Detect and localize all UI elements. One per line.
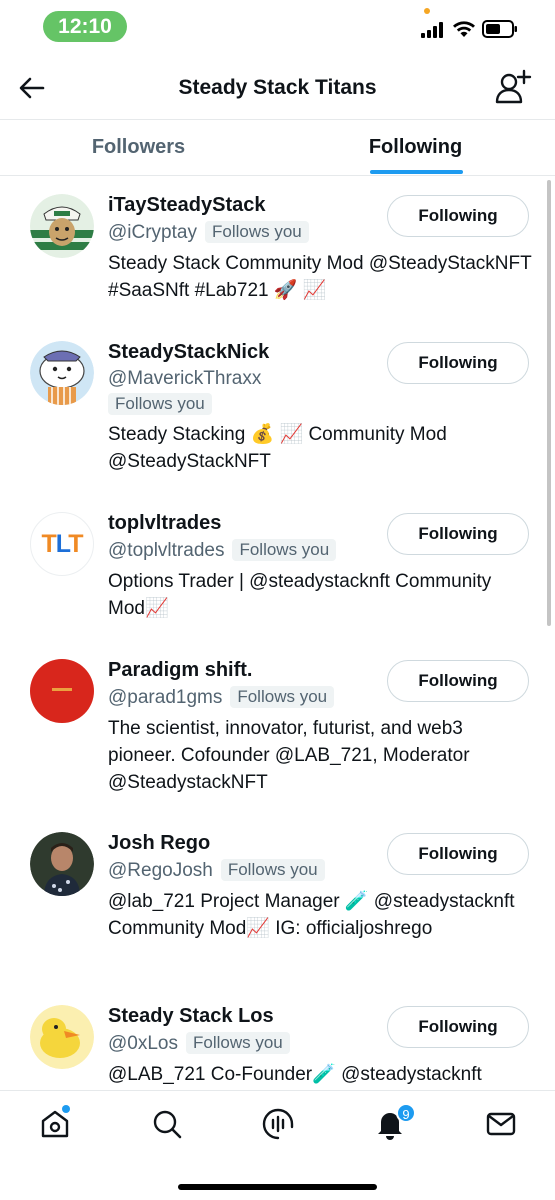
user-name[interactable]: iTaySteadyStack [108, 194, 266, 217]
user-name[interactable]: Steady Stack Los [108, 1005, 274, 1028]
user-handle-line: @0xLos Follows you [108, 1032, 290, 1055]
avatar[interactable] [30, 341, 94, 405]
tab-bar: Followers Following [0, 120, 555, 176]
follows-you-badge: Follows you [186, 1032, 290, 1054]
page-title: Steady Stack Titans [178, 76, 377, 99]
home-unread-dot [62, 1105, 70, 1113]
header: Steady Stack Titans [0, 56, 555, 120]
avatar-mark [52, 688, 72, 691]
user-name[interactable]: toplvltrades [108, 512, 221, 535]
user-bio: The scientist, innovator, futurist, and … [108, 718, 470, 793]
avatar[interactable] [30, 832, 94, 896]
user-bio: @LAB_721 Co-Founder🧪 @steadystacknft Com… [108, 1064, 482, 1085]
user-name[interactable]: SteadyStackNick [108, 341, 269, 364]
wifi-icon [453, 21, 475, 37]
user-handle-line: @iCryptay Follows you [108, 221, 309, 244]
privacy-indicator-dot [424, 8, 430, 14]
following-button[interactable]: Following [387, 342, 529, 384]
follows-you-badge: Follows you [108, 393, 212, 415]
user-bio: Steady Stack Community Mod @SteadyStackN… [108, 253, 532, 301]
user-handle-line: @RegoJosh Follows you [108, 859, 325, 882]
avatar-logo: TLT [41, 529, 84, 558]
user-handle[interactable]: @parad1gms [108, 687, 222, 708]
scrollbar[interactable] [547, 180, 551, 626]
avatar[interactable] [30, 1005, 94, 1069]
following-list: iTaySteadyStack @iCryptay Follows you Ste… [0, 176, 555, 1090]
status-bar: 12:10 [0, 0, 555, 52]
spaces-icon[interactable] [261, 1107, 295, 1141]
cellular-signal-icon [421, 22, 443, 38]
follows-you-row: Follows you [108, 393, 212, 416]
messages-icon[interactable] [484, 1107, 518, 1141]
user-bio: Steady Stacking 💰 📈 Community Mod @Stead… [108, 424, 447, 472]
following-button[interactable]: Following [387, 833, 529, 875]
user-bio: Options Trader | @steadystacknft Communi… [108, 571, 492, 619]
follows-you-badge: Follows you [232, 539, 337, 561]
battery-icon [482, 20, 517, 38]
follows-you-badge: Follows you [230, 686, 335, 708]
user-handle-line: @parad1gms Follows you [108, 686, 335, 709]
following-button[interactable]: Following [387, 660, 529, 702]
user-bio: @lab_721 Project Manager 🧪 @steadystackn… [108, 891, 515, 939]
status-time: 12:10 [43, 11, 127, 42]
user-handle[interactable]: @MaverickThraxx [108, 368, 261, 390]
follows-you-badge: Follows you [204, 221, 309, 243]
user-name[interactable]: Josh Rego [108, 832, 210, 855]
user-name[interactable]: Paradigm shift. [108, 659, 252, 682]
home-indicator[interactable] [178, 1184, 377, 1190]
tab-following[interactable]: Following [277, 120, 554, 176]
avatar[interactable] [30, 659, 94, 723]
user-handle[interactable]: @RegoJosh [108, 860, 213, 881]
active-tab-indicator [370, 170, 463, 174]
user-handle[interactable]: @iCryptay [108, 222, 197, 243]
user-handle[interactable]: @0xLos [108, 1033, 178, 1054]
avatar[interactable] [30, 194, 94, 258]
follows-you-badge: Follows you [220, 859, 325, 881]
add-user-icon[interactable] [494, 68, 532, 106]
user-handle[interactable]: @toplvltrades [108, 540, 224, 561]
notifications-count-badge: 9 [396, 1103, 416, 1123]
following-button[interactable]: Following [387, 1006, 529, 1048]
following-button[interactable]: Following [387, 195, 529, 237]
tab-followers[interactable]: Followers [0, 120, 277, 176]
avatar[interactable]: TLT [30, 512, 94, 576]
following-button[interactable]: Following [387, 513, 529, 555]
user-handle-line: @toplvltrades Follows you [108, 539, 337, 562]
search-icon[interactable] [150, 1107, 184, 1141]
